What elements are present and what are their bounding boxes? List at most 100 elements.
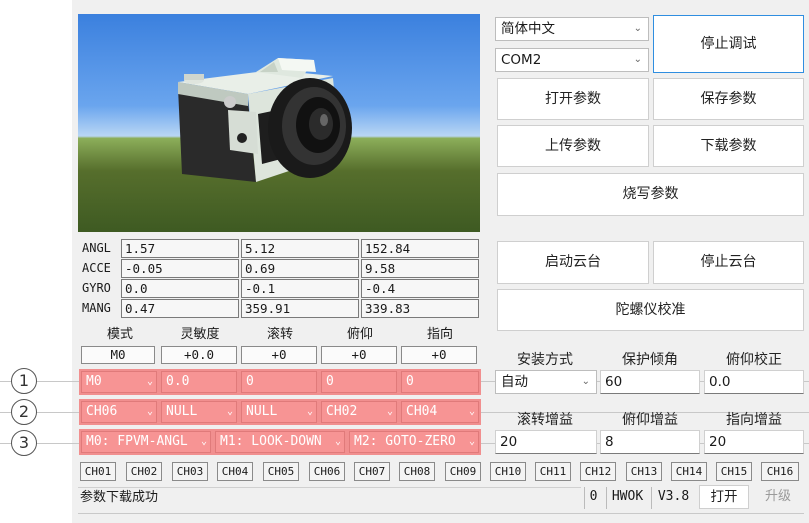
channel-mapping-row: CH06 ⌄ NULL ⌄ NULL ⌄ CH02 ⌄ CH04 ⌄ (79, 399, 481, 425)
roll-channel-select[interactable]: NULL ⌄ (241, 401, 317, 423)
sensor-label-gyro: GYRO (82, 281, 111, 295)
sensor-value: 152.84 (361, 239, 479, 258)
marker-3-icon: 3 (11, 430, 37, 456)
chevron-down-icon: ⌄ (468, 406, 475, 417)
channel-button[interactable]: CH06 (309, 462, 345, 481)
sensor-value: 5.12 (241, 239, 359, 258)
language-select[interactable]: 简体中文 ⌄ (495, 17, 649, 41)
start-gimbal-button[interactable]: 启动云台 (497, 241, 649, 284)
channel-button[interactable]: CH09 (445, 462, 481, 481)
sensitivity-input[interactable]: 0.0 (161, 371, 237, 393)
yaw-channel-select[interactable]: CH04 ⌄ (401, 401, 479, 423)
sensor-label-acce: ACCE (82, 261, 111, 275)
mode-presets-row: M0: FPVM-ANGL ⌄ M1: LOOK-DOWN ⌄ M2: GOTO-Z… (79, 429, 481, 455)
sensitivity-channel-select[interactable]: NULL ⌄ (161, 401, 237, 423)
open-params-button[interactable]: 打开参数 (497, 78, 649, 120)
channel-button[interactable]: CH11 (535, 462, 571, 481)
sensor-value: 0.69 (241, 259, 359, 278)
channel-button[interactable]: CH04 (217, 462, 253, 481)
current-sensitivity: +0.0 (161, 346, 237, 364)
marker-2-icon: 2 (11, 399, 37, 425)
protect-angle-label: 保护倾角 (622, 352, 678, 368)
open-firmware-button[interactable]: 打开 (699, 485, 749, 509)
stop-debug-button[interactable]: 停止调试 (653, 15, 804, 73)
mode-channel-select[interactable]: CH06 ⌄ (81, 401, 157, 423)
upgrade-button[interactable]: 升级 (752, 487, 804, 509)
chevron-down-icon: ⌄ (146, 376, 153, 387)
mode-select[interactable]: M0 ⌄ (81, 371, 157, 393)
sensor-value: -0.1 (241, 279, 359, 298)
mode-params-row: M0 ⌄ 0.0 0 0 0 (79, 369, 481, 395)
channel-button[interactable]: CH14 (671, 462, 707, 481)
chevron-down-icon: ⌄ (226, 406, 233, 417)
roll-gain-label: 滚转增益 (517, 412, 573, 428)
sensor-value: 0.0 (121, 279, 239, 298)
channel-button[interactable]: CH01 (80, 462, 116, 481)
preset-m2-select[interactable]: M2: GOTO-ZERO ⌄ (349, 431, 479, 453)
yaw-gain-input[interactable]: 20 (704, 430, 804, 454)
sensor-value: 9.58 (361, 259, 479, 278)
flash-params-button[interactable]: 烧写参数 (497, 173, 804, 216)
current-yaw: +0 (401, 346, 477, 364)
roll-gain-input[interactable]: 20 (495, 430, 597, 454)
channel-button[interactable]: CH12 (580, 462, 616, 481)
sensor-value: 0.47 (121, 299, 239, 318)
port-value: COM2 (501, 52, 542, 68)
channel-button[interactable]: CH15 (716, 462, 752, 481)
chevron-down-icon: ⌄ (581, 376, 590, 387)
pitch-gain-input[interactable]: 8 (600, 430, 700, 454)
yaw-channel-value: CH04 (406, 404, 438, 419)
chevron-down-icon: ⌄ (200, 436, 207, 447)
roll-channel-value: NULL (246, 404, 278, 419)
channel-button[interactable]: CH03 (172, 462, 208, 481)
mode-channel-value: CH06 (86, 404, 118, 419)
mount-mode-select[interactable]: 自动 ⌄ (495, 370, 597, 394)
channel-button[interactable]: CH08 (399, 462, 435, 481)
mode-select-value: M0 (86, 374, 102, 389)
current-mode: M0 (81, 346, 155, 364)
current-pitch: +0 (321, 346, 397, 364)
header-mode: 模式 (106, 327, 133, 342)
bottom-divider (78, 513, 804, 517)
save-params-button[interactable]: 保存参数 (653, 78, 804, 120)
current-roll: +0 (241, 346, 317, 364)
stop-gimbal-button[interactable]: 停止云台 (653, 241, 804, 284)
sensor-value: 359.91 (241, 299, 359, 318)
attitude-viewport[interactable] (78, 14, 480, 232)
sensor-value: 339.83 (361, 299, 479, 318)
preset-m1-select[interactable]: M1: LOOK-DOWN ⌄ (215, 431, 345, 453)
channel-button[interactable]: CH10 (490, 462, 526, 481)
protect-angle-input[interactable]: 60 (600, 370, 700, 394)
preset-m2-value: M2: GOTO-ZERO (354, 434, 456, 449)
yaw-input[interactable]: 0 (401, 371, 479, 393)
pitch-channel-select[interactable]: CH02 ⌄ (321, 401, 397, 423)
channel-button[interactable]: CH02 (126, 462, 162, 481)
pitch-channel-value: CH02 (326, 404, 358, 419)
port-select[interactable]: COM2 ⌄ (495, 48, 649, 72)
download-params-button[interactable]: 下载参数 (653, 125, 804, 167)
header-yaw: 指向 (426, 327, 453, 342)
chevron-down-icon: ⌄ (386, 406, 393, 417)
upload-params-button[interactable]: 上传参数 (497, 125, 649, 167)
gyro-calibration-button[interactable]: 陀螺仪校准 (497, 289, 804, 331)
channel-button[interactable]: CH13 (626, 462, 662, 481)
yaw-gain-label: 指向增益 (726, 412, 782, 428)
status-version: V3.8 (651, 487, 695, 509)
pitch-correct-input[interactable]: 0.0 (704, 370, 804, 394)
roll-input[interactable]: 0 (241, 371, 317, 393)
status-count: 0 (584, 487, 602, 509)
sensor-label-angl: ANGL (82, 241, 111, 255)
status-message: 参数下载成功 (78, 487, 581, 509)
channel-button[interactable]: CH07 (354, 462, 390, 481)
marker-1-icon: 1 (11, 368, 37, 394)
header-roll: 滚转 (266, 327, 293, 342)
camera-model-render (178, 58, 352, 182)
channel-button[interactable]: CH05 (263, 462, 299, 481)
pitch-input[interactable]: 0 (321, 371, 397, 393)
preset-m0-select[interactable]: M0: FPVM-ANGL ⌄ (81, 431, 211, 453)
sensor-value: 1.57 (121, 239, 239, 258)
chevron-down-icon: ⌄ (306, 406, 313, 417)
sensor-value: -0.05 (121, 259, 239, 278)
channel-button[interactable]: CH16 (761, 462, 799, 481)
mount-mode-label: 安装方式 (517, 352, 573, 368)
